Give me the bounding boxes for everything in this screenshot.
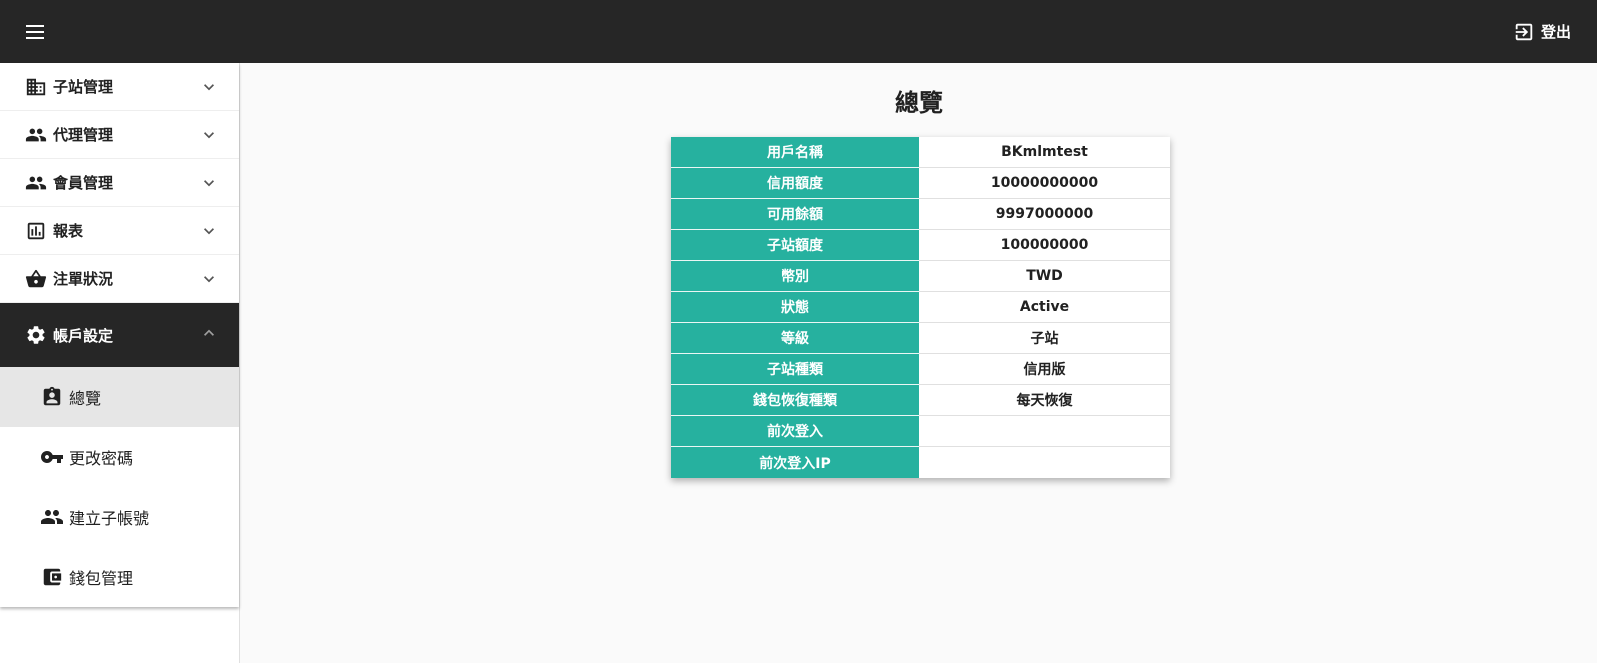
sidebar-item-agent-management[interactable]: 代理管理 — [0, 111, 239, 159]
row-key: 錢包恢復種類 — [671, 385, 919, 416]
sidebar-subitem-overview[interactable]: 總覽 — [0, 367, 239, 427]
sidebar-subitem-label: 更改密碼 — [69, 449, 134, 468]
sidebar-subitem-change-password[interactable]: 更改密碼 — [0, 427, 239, 487]
wallet-icon — [40, 565, 64, 589]
sidebar-menu: 子站管理 代理管理 會員管理 報表 注單狀況 帳戶設定 總覽 更改密碼 建立子帳… — [0, 63, 239, 607]
table-row: 等級 子站 — [671, 323, 1170, 354]
account-info-table: 用戶名稱 BKmlmtest 信用額度 10000000000 可用餘額 999… — [671, 137, 1170, 478]
sidebar-subitem-create-subaccount[interactable]: 建立子帳號 — [0, 487, 239, 547]
row-value: 9997000000 — [919, 199, 1170, 230]
row-value — [919, 447, 1170, 478]
row-key: 等級 — [671, 323, 919, 354]
sidebar-item-bet-status[interactable]: 注單狀況 — [0, 255, 239, 303]
chevron-up-icon — [204, 329, 214, 336]
table-row: 信用額度 10000000000 — [671, 168, 1170, 199]
key-icon — [40, 445, 64, 469]
sidebar-item-label: 報表 — [53, 222, 84, 240]
sidebar-subitem-label: 建立子帳號 — [69, 509, 150, 528]
main-content: 總覽 用戶名稱 BKmlmtest 信用額度 10000000000 可用餘額 … — [241, 63, 1597, 663]
table-row: 可用餘額 9997000000 — [671, 199, 1170, 230]
row-value: 10000000000 — [919, 168, 1170, 199]
people-icon — [24, 171, 48, 195]
chevron-down-icon — [204, 132, 214, 139]
row-key: 子站額度 — [671, 230, 919, 261]
logout-icon — [1515, 23, 1533, 40]
logout-label: 登出 — [1540, 23, 1571, 41]
row-value — [919, 416, 1170, 447]
row-value: TWD — [919, 261, 1170, 292]
bar-chart-icon — [24, 219, 48, 243]
sidebar-item-member-management[interactable]: 會員管理 — [0, 159, 239, 207]
table-row: 子站額度 100000000 — [671, 230, 1170, 261]
basket-icon — [24, 267, 48, 291]
row-key: 前次登入 — [671, 416, 919, 447]
sidebar-item-label: 注單狀況 — [53, 270, 114, 288]
hamburger-menu-icon — [26, 24, 44, 39]
row-key: 狀態 — [671, 292, 919, 323]
hamburger-menu-button[interactable] — [18, 14, 54, 50]
row-key: 信用額度 — [671, 168, 919, 199]
table-row: 幣別 TWD — [671, 261, 1170, 292]
row-key: 前次登入IP — [671, 447, 919, 478]
row-key: 幣別 — [671, 261, 919, 292]
people-icon — [24, 123, 48, 147]
table-row: 用戶名稱 BKmlmtest — [671, 137, 1170, 168]
sidebar-subitem-wallet-management[interactable]: 錢包管理 — [0, 547, 239, 607]
row-key: 可用餘額 — [671, 199, 919, 230]
account-badge-icon — [40, 385, 64, 409]
chevron-down-icon — [204, 228, 214, 235]
table-row: 子站種類 信用版 — [671, 354, 1170, 385]
people-icon — [40, 505, 64, 529]
gear-icon — [24, 323, 48, 347]
sidebar-subitem-label: 總覽 — [69, 389, 102, 408]
table-row: 前次登入IP — [671, 447, 1170, 478]
chevron-down-icon — [204, 180, 214, 187]
chevron-down-icon — [204, 84, 214, 91]
row-value: 100000000 — [919, 230, 1170, 261]
page-title: 總覽 — [895, 89, 943, 117]
sidebar-item-account-settings[interactable]: 帳戶設定 — [0, 303, 239, 367]
sidebar-item-label: 代理管理 — [53, 126, 114, 144]
row-value: 每天恢復 — [919, 385, 1170, 416]
table-row: 錢包恢復種類 每天恢復 — [671, 385, 1170, 416]
table-row: 前次登入 — [671, 416, 1170, 447]
sidebar-item-label: 子站管理 — [53, 78, 114, 96]
chevron-down-icon — [204, 276, 214, 283]
sidebar-item-label: 帳戶設定 — [53, 326, 114, 345]
table-row: 狀態 Active — [671, 292, 1170, 323]
sidebar: 子站管理 代理管理 會員管理 報表 注單狀況 帳戶設定 總覽 更改密碼 建立子帳… — [0, 63, 240, 663]
domain-icon — [24, 75, 48, 99]
top-app-bar: 登出 — [0, 0, 1597, 63]
row-value: BKmlmtest — [919, 137, 1170, 168]
row-value: Active — [919, 292, 1170, 323]
row-value: 信用版 — [919, 354, 1170, 385]
sidebar-item-label: 會員管理 — [53, 174, 114, 192]
logout-button[interactable]: 登出 — [1513, 21, 1571, 43]
row-value: 子站 — [919, 323, 1170, 354]
sidebar-subitem-label: 錢包管理 — [69, 569, 134, 588]
sidebar-item-substation-management[interactable]: 子站管理 — [0, 63, 239, 111]
row-key: 用戶名稱 — [671, 137, 919, 168]
sidebar-item-reports[interactable]: 報表 — [0, 207, 239, 255]
row-key: 子站種類 — [671, 354, 919, 385]
